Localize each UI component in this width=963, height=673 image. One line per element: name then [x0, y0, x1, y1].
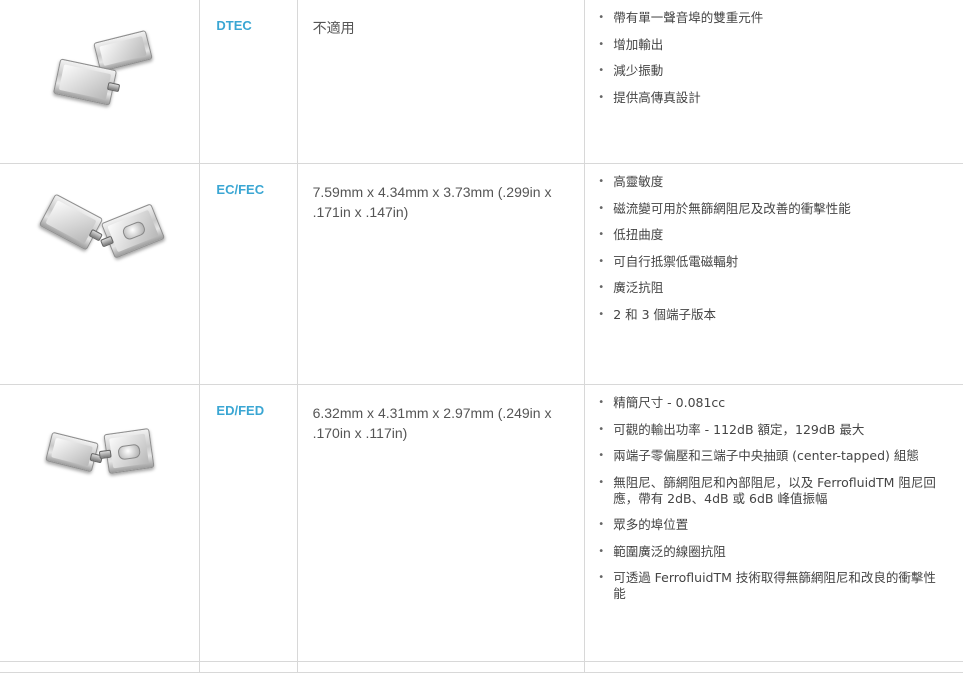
- model-name: ED/FED: [216, 403, 265, 418]
- model-name-cell: ED/FED: [199, 384, 298, 662]
- fed-component-right: [98, 427, 155, 475]
- dimensions-text: 7.59mm x 4.34mm x 3.73mm (.299in x .171i…: [312, 184, 552, 220]
- features-cell: 高靈敏度 磁流變可用於無篩網阻尼及改善的衝擊性能 低扭曲度 可自行抵禦低電磁輻射…: [584, 163, 963, 385]
- product-image-cell: [0, 384, 201, 662]
- features-cell: 精簡尺寸 - 0.081cc 可觀的輸出功率 - 112dB 額定，129dB …: [584, 384, 963, 662]
- ec-fec-product-image: [0, 164, 199, 384]
- table-row-dtec: DTEC 不適用 帶有單一聲音埠的雙重元件 增加輸出 減少振動 提供高傳真設計: [0, 0, 963, 164]
- dimensions-cell: 不適用: [297, 0, 586, 164]
- dimensions-cell: [297, 661, 586, 673]
- model-name: DTEC: [216, 18, 252, 33]
- feature-item: 提供高傳真設計: [598, 90, 947, 106]
- ed-fed-product-image: [0, 385, 199, 661]
- feature-list: 帶有單一聲音埠的雙重元件 增加輸出 減少振動 提供高傳真設計: [585, 0, 963, 106]
- feature-item: 高靈敏度: [598, 174, 947, 190]
- ed-component-left: [45, 431, 104, 473]
- dtec-component-back: [93, 29, 153, 73]
- dimensions-cell: 7.59mm x 4.34mm x 3.73mm (.299in x .171i…: [297, 163, 586, 385]
- model-name-cell: EC/FEC: [199, 163, 298, 385]
- feature-list: 高靈敏度 磁流變可用於無篩網阻尼及改善的衝擊性能 低扭曲度 可自行抵禦低電磁輻射…: [585, 164, 963, 323]
- feature-item: 帶有單一聲音埠的雙重元件: [598, 10, 947, 26]
- dimensions-text: 不適用: [312, 20, 355, 36]
- dtec-product-image: [0, 0, 199, 163]
- product-image-cell: [0, 661, 201, 673]
- fec-component-right: [99, 203, 166, 259]
- dimensions-text: 6.32mm x 4.31mm x 2.97mm (.249in x .170i…: [312, 405, 552, 441]
- table-row-partial: [0, 661, 963, 673]
- feature-item: 減少振動: [598, 63, 947, 79]
- feature-item: 可觀的輸出功率 - 112dB 額定，129dB 最大: [598, 422, 947, 438]
- model-name-cell: [199, 661, 298, 673]
- feature-item: 範圍廣泛的線圈抗阻: [598, 544, 947, 560]
- feature-item: 可自行抵禦低電磁輻射: [598, 254, 947, 270]
- model-name-cell: DTEC: [199, 0, 298, 164]
- product-image-cell: [0, 0, 201, 164]
- model-name: EC/FEC: [216, 182, 265, 197]
- feature-item: 無阻尼、篩網阻尼和內部阻尼，以及 FerrofluidTM 阻尼回應，帶有 2d…: [598, 475, 947, 507]
- feature-item: 2 和 3 個端子版本: [598, 307, 947, 323]
- table-row-ed-fed: ED/FED 6.32mm x 4.31mm x 2.97mm (.249in …: [0, 384, 963, 662]
- receiver-spec-table: DTEC 不適用 帶有單一聲音埠的雙重元件 增加輸出 減少振動 提供高傳真設計 …: [0, 0, 963, 673]
- features-cell: 帶有單一聲音埠的雙重元件 增加輸出 減少振動 提供高傳真設計: [584, 0, 963, 164]
- feature-item: 兩端子零偏壓和三端子中央抽頭 (center-tapped) 組態: [598, 448, 947, 464]
- product-image-cell: [0, 163, 201, 385]
- feature-item: 廣泛抗阻: [598, 280, 947, 296]
- feature-item: 磁流變可用於無篩網阻尼及改善的衝擊性能: [598, 201, 947, 217]
- feature-item: 可透過 FerrofluidTM 技術取得無篩網阻尼和改良的衝擊性能: [598, 570, 947, 602]
- feature-item: 眾多的埠位置: [598, 517, 947, 533]
- feature-item: 低扭曲度: [598, 227, 947, 243]
- feature-item: 精簡尺寸 - 0.081cc: [598, 395, 947, 411]
- ec-component-left: [38, 193, 104, 251]
- dimensions-cell: 6.32mm x 4.31mm x 2.97mm (.249in x .170i…: [297, 384, 586, 662]
- table-row-ec-fec: EC/FEC 7.59mm x 4.34mm x 3.73mm (.299in …: [0, 163, 963, 385]
- feature-item: 增加輸出: [598, 37, 947, 53]
- feature-list: 精簡尺寸 - 0.081cc 可觀的輸出功率 - 112dB 額定，129dB …: [585, 385, 963, 602]
- features-cell: [584, 661, 963, 673]
